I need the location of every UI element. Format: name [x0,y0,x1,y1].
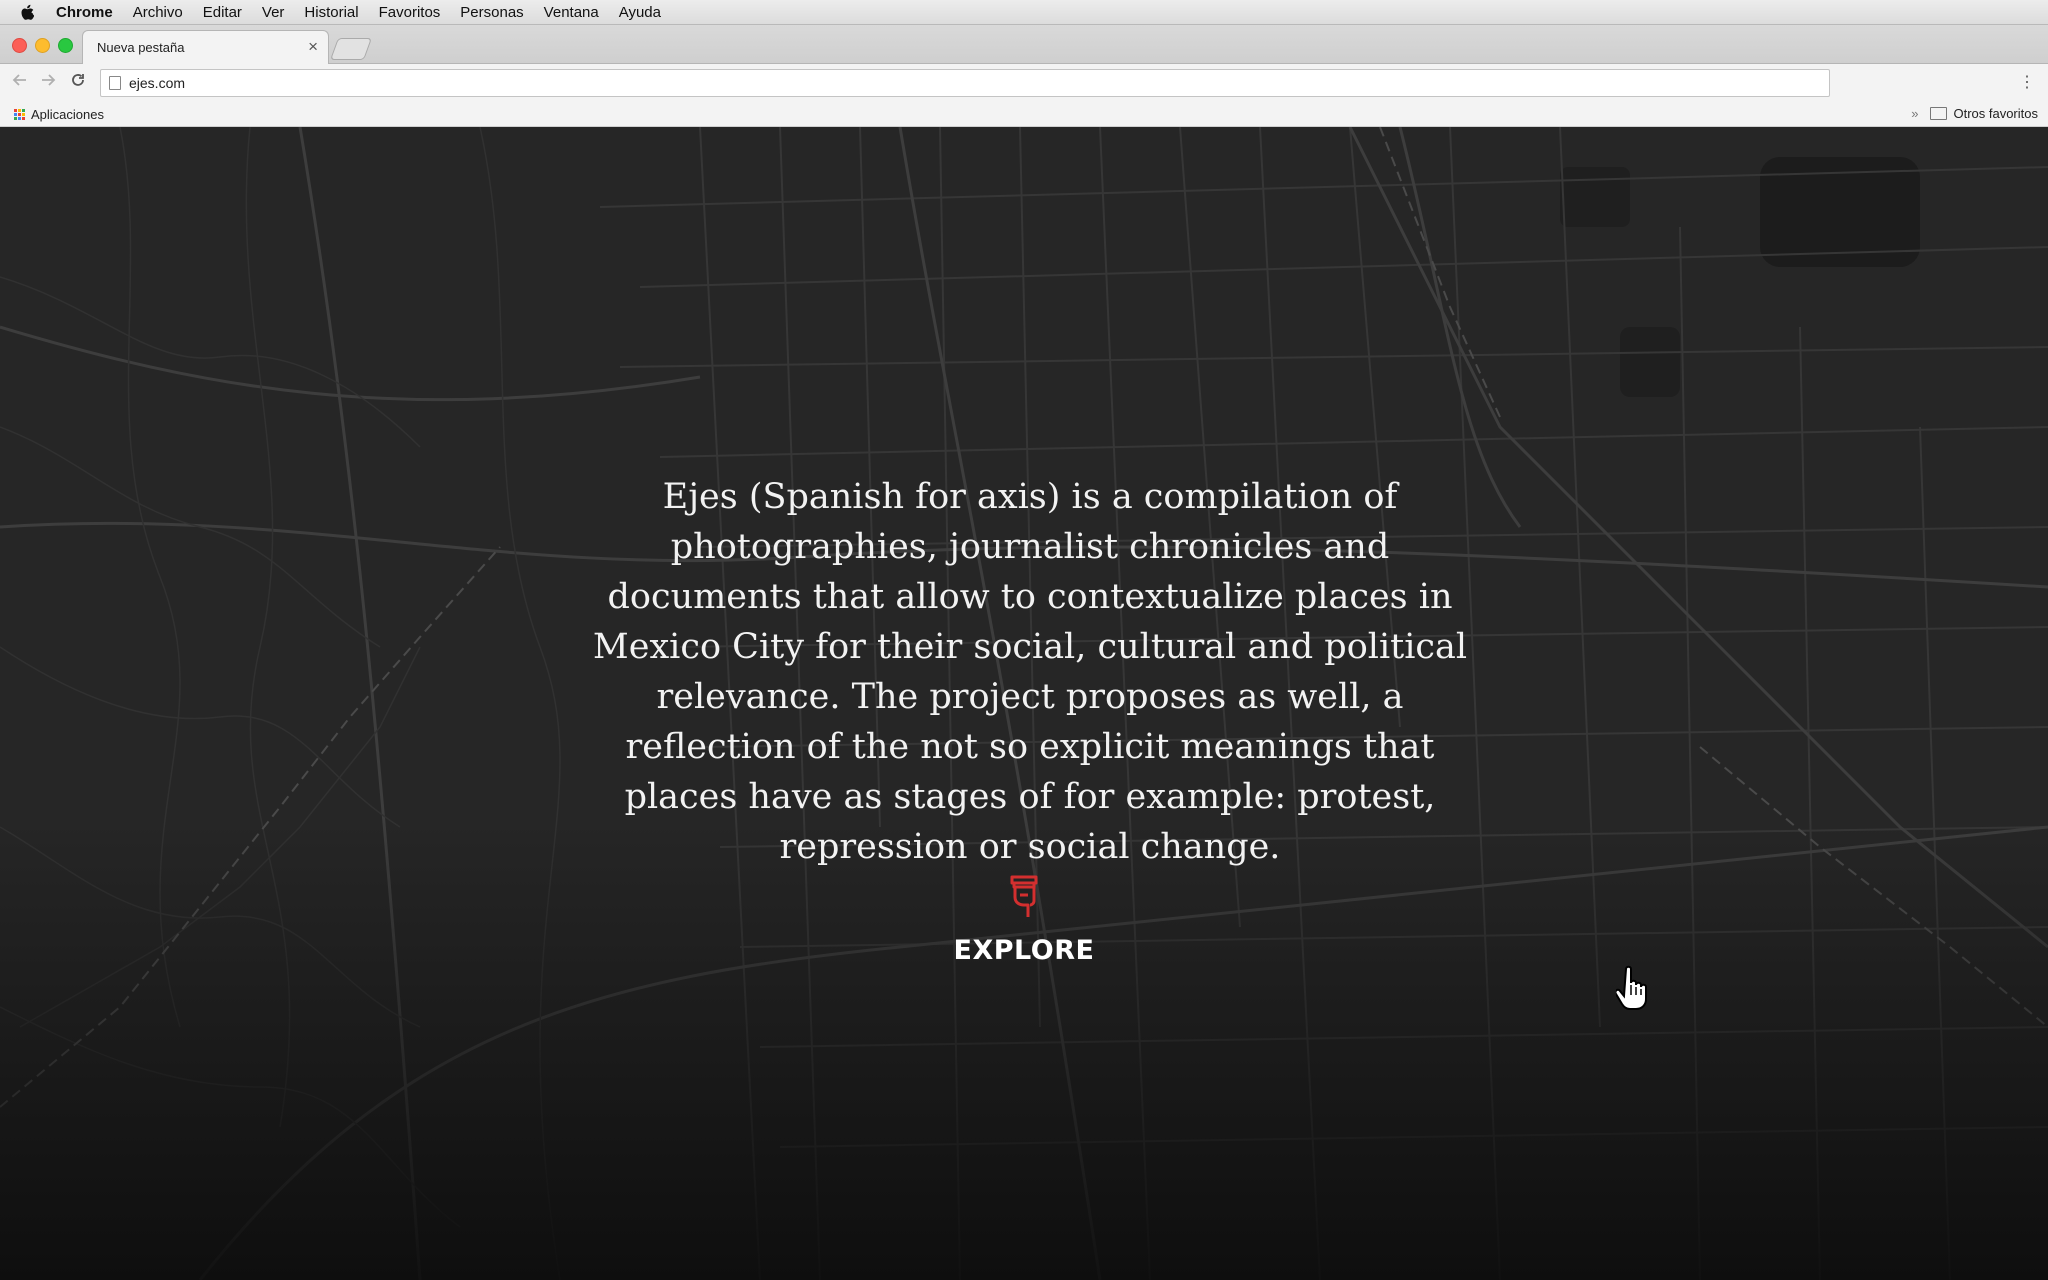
reload-icon[interactable] [70,72,86,93]
menu-chrome[interactable]: Chrome [56,4,113,21]
menu-ver[interactable]: Ver [262,4,285,21]
apple-icon[interactable] [20,4,42,21]
browser-toolbar: ejes.com ⋮ [0,64,2048,102]
menu-ventana[interactable]: Ventana [544,4,599,21]
forward-arrow-icon[interactable] [40,72,56,93]
explore-label: EXPLORE [953,935,1095,966]
bookmarks-bar: Aplicaciones » Otros favoritos [0,102,2048,127]
menu-historial[interactable]: Historial [304,4,358,21]
hand-cursor-icon [1616,965,1647,1010]
tab-strip: Nueva pestaña × [0,25,2048,65]
tab-title: Nueva pestaña [97,40,185,55]
window-controls [12,38,73,53]
apps-bookmark[interactable]: Aplicaciones [14,107,104,122]
tab-nueva-pestana[interactable]: Nueva pestaña × [82,30,329,65]
menu-archivo[interactable]: Archivo [133,4,183,21]
chrome-menu-icon[interactable]: ⋮ [2019,72,2035,92]
window-maximize-button[interactable] [58,38,73,53]
page-content: Ejes (Spanish for axis) is a compilation… [0,127,2048,1280]
window-close-button[interactable] [12,38,27,53]
back-arrow-icon[interactable] [12,72,28,93]
address-bar[interactable]: ejes.com [100,69,1830,97]
new-tab-button[interactable] [329,38,373,60]
other-bookmarks-label: Otros favoritos [1953,106,2038,121]
intro-text: Ejes (Spanish for axis) is a compilation… [592,477,1468,867]
bookmarks-overflow-icon[interactable]: » [1911,106,1918,121]
page-icon [109,76,121,90]
mac-menu-bar: Chrome Archivo Editar Ver Historial Favo… [0,0,2048,25]
tab-close-icon[interactable]: × [308,37,318,57]
menu-personas[interactable]: Personas [460,4,523,21]
other-bookmarks[interactable]: » Otros favoritos [1911,106,2038,121]
apps-label: Aplicaciones [31,107,104,122]
explore-button[interactable]: EXPLORE [924,873,1124,966]
folder-icon [1930,107,1948,120]
pointing-hand-icon [1010,875,1038,917]
menu-editar[interactable]: Editar [203,4,242,21]
menu-ayuda[interactable]: Ayuda [619,4,661,21]
window-minimize-button[interactable] [35,38,50,53]
url-text[interactable]: ejes.com [129,75,185,91]
menu-favoritos[interactable]: Favoritos [379,4,441,21]
apps-grid-icon [14,109,25,120]
